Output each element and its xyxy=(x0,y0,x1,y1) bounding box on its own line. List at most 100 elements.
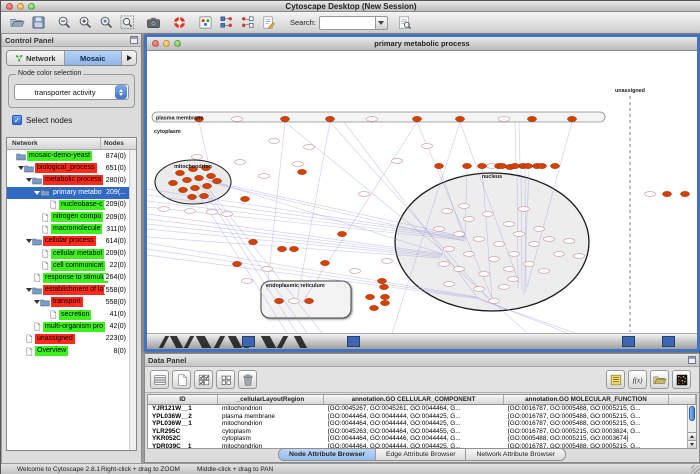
graph-node-label[interactable] xyxy=(439,262,450,267)
zoom-in-button[interactable] xyxy=(76,13,95,32)
graph-node-label[interactable] xyxy=(422,144,433,149)
graph-node[interactable] xyxy=(281,116,290,121)
graph-node-label[interactable] xyxy=(359,192,370,197)
tree-row[interactable]: response to stimulu264(0) xyxy=(7,272,129,284)
expander-icon[interactable] xyxy=(25,178,32,182)
graph-node[interactable] xyxy=(278,246,287,251)
graph-node[interactable] xyxy=(463,163,472,168)
expander-icon[interactable] xyxy=(33,300,40,304)
tree-row[interactable]: establishment of lo558(0) xyxy=(7,284,129,296)
graph-node-label[interactable] xyxy=(489,257,500,262)
help-button[interactable] xyxy=(170,13,189,32)
overview-marker[interactable] xyxy=(347,336,360,347)
new-attribute-button[interactable] xyxy=(172,370,191,389)
float-panel-icon[interactable] xyxy=(688,356,696,364)
tab-network[interactable]: Network xyxy=(7,51,65,65)
graph-node[interactable] xyxy=(498,163,507,168)
graph-edge[interactable] xyxy=(302,122,417,303)
tab-node-attribute-browser[interactable]: Node Attribute Browser xyxy=(279,449,376,460)
graph-node-label[interactable] xyxy=(392,159,403,164)
formula-builder-button[interactable]: f(x) xyxy=(628,370,647,389)
graph-node[interactable] xyxy=(378,278,387,283)
graph-node-label[interactable] xyxy=(434,227,445,232)
tab-network-attribute-browser[interactable]: Network Attribute Browser xyxy=(466,449,565,460)
graph-node[interactable] xyxy=(370,305,379,310)
graph-node-label[interactable] xyxy=(207,210,218,215)
graph-node-label[interactable] xyxy=(539,269,550,274)
graph-node-label[interactable] xyxy=(529,242,540,247)
graph-node[interactable] xyxy=(321,260,330,265)
graph-node[interactable] xyxy=(176,170,185,175)
network-canvas[interactable]: plasma membranecytoplasmmitochondrionnuc… xyxy=(147,51,697,333)
graph-node-label[interactable] xyxy=(534,227,545,232)
tree-row[interactable]: nitrogen compo209(0) xyxy=(7,211,129,223)
graph-node[interactable] xyxy=(538,163,547,168)
graph-node[interactable] xyxy=(183,177,192,182)
graph-node[interactable] xyxy=(381,294,390,299)
tree-row[interactable]: nucleobase-c209(0) xyxy=(7,199,129,211)
scroll-down-button[interactable] xyxy=(688,440,696,448)
graph-node-label[interactable] xyxy=(554,252,565,257)
graph-node-label[interactable] xyxy=(494,242,505,247)
open-folder-button[interactable] xyxy=(8,13,27,32)
graph-node-label[interactable] xyxy=(508,277,519,282)
graph-node[interactable] xyxy=(326,116,335,121)
snapshot-button[interactable] xyxy=(144,13,163,32)
graph-node-label[interactable] xyxy=(459,204,470,209)
graph-node[interactable] xyxy=(213,178,222,183)
column-header[interactable]: _cellularLayoutRegion xyxy=(218,395,324,404)
column-header[interactable]: annotation.GO MOLECULAR_FUNCTION xyxy=(504,395,669,404)
search-dropdown-button[interactable] xyxy=(375,16,388,30)
graph-node-label[interactable] xyxy=(645,192,656,197)
graph-node-label[interactable] xyxy=(504,267,515,272)
graph-node[interactable] xyxy=(478,163,487,168)
resize-grip[interactable] xyxy=(691,465,700,474)
save-button[interactable] xyxy=(29,13,48,32)
table-row[interactable]: YKR052Ccytoplasm[GO:0044464, GO:0044446,… xyxy=(148,435,687,443)
tree-row[interactable]: biological_process651(0) xyxy=(7,162,129,174)
graph-node[interactable] xyxy=(524,163,533,168)
graph-node-label[interactable] xyxy=(524,262,535,267)
table-row[interactable]: YLR295Ccytoplasm[GO:0045263, GO:0044464,… xyxy=(148,428,687,436)
overview-marker[interactable] xyxy=(662,336,675,347)
graph-node-label[interactable] xyxy=(483,212,494,217)
scroll-up-button[interactable] xyxy=(688,432,696,440)
layout-grid-button[interactable] xyxy=(217,13,236,32)
graph-node-label[interactable] xyxy=(509,252,520,257)
graph-node-label[interactable] xyxy=(192,155,203,160)
graph-node[interactable] xyxy=(381,300,390,305)
tree-column-network[interactable]: Network xyxy=(7,138,100,149)
expander-icon[interactable] xyxy=(25,239,32,243)
graph-node-label[interactable] xyxy=(442,209,453,214)
tree-row[interactable]: metabolic process280(0) xyxy=(7,174,129,186)
graph-node-label[interactable] xyxy=(289,299,300,304)
table-row[interactable]: YPL036W__2plasma membrane[GO:0044464, GO… xyxy=(148,413,687,421)
graph-node[interactable] xyxy=(366,294,375,299)
graph-node[interactable] xyxy=(203,183,212,188)
unselect-attributes-button[interactable] xyxy=(216,370,235,389)
graph-node[interactable] xyxy=(188,194,197,199)
vizmapper-button[interactable] xyxy=(196,13,215,32)
graph-node-label[interactable] xyxy=(367,117,378,122)
graph-node-label[interactable] xyxy=(499,117,510,122)
graph-node[interactable] xyxy=(195,175,204,180)
overview-marker[interactable] xyxy=(242,336,255,347)
graph-node-label[interactable] xyxy=(464,217,475,222)
attribute-table-button[interactable] xyxy=(150,370,169,389)
attribute-matrix-button[interactable] xyxy=(672,370,691,389)
zoom-selected-button[interactable] xyxy=(97,13,116,32)
graph-edge[interactable] xyxy=(515,122,516,166)
graph-node[interactable] xyxy=(233,261,242,266)
graph-node-label[interactable] xyxy=(464,252,475,257)
tree-row[interactable]: mosaic-demo-yeast874(0) xyxy=(7,150,129,162)
graph-node[interactable] xyxy=(298,169,307,174)
graph-edge[interactable] xyxy=(267,122,285,291)
graph-node[interactable] xyxy=(169,180,178,185)
table-scrollbar[interactable] xyxy=(687,405,696,448)
graph-node-label[interactable] xyxy=(519,207,530,212)
graph-node[interactable] xyxy=(528,116,537,121)
advanced-search-button[interactable] xyxy=(395,13,414,32)
graph-node[interactable] xyxy=(511,163,520,168)
table-row[interactable]: YPL036W__1mitochondrion[GO:0044464, GO:0… xyxy=(148,420,687,428)
graph-node-label[interactable] xyxy=(159,207,170,212)
